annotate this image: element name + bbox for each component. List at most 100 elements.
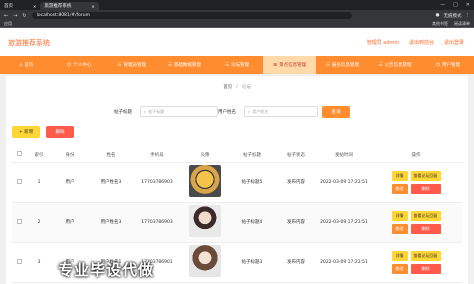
- nav-item-users[interactable]: ☺ 用户管理: [421, 56, 474, 74]
- minimize-icon[interactable]: —: [440, 2, 445, 8]
- row-select[interactable]: [12, 162, 26, 203]
- nav-label: 论坛管理: [231, 63, 250, 68]
- title-label: 帖子标题: [114, 110, 132, 115]
- add-button[interactable]: + 新增: [12, 126, 40, 138]
- bookmark-other[interactable]: 其他书签: [432, 21, 448, 27]
- avatar[interactable]: [189, 165, 221, 197]
- detail-button[interactable]: 详情: [391, 170, 408, 181]
- detail-button[interactable]: 详情: [391, 250, 408, 261]
- breadcrumb-current: 论坛: [241, 85, 251, 90]
- avatar[interactable]: [189, 205, 221, 237]
- nav-item-signup[interactable]: ☰ 报名信息管理: [316, 56, 369, 74]
- back-icon[interactable]: ←: [4, 13, 8, 19]
- address-bar: ← → ↻ localhost:8081/#/forum ● 无痕模式 ⋮: [0, 10, 474, 21]
- cell-index: 2: [26, 202, 52, 243]
- search-icon: ⌕: [144, 109, 147, 114]
- nav-label: 景点信息管理: [279, 63, 307, 68]
- bookmark-apps[interactable]: 应用: [4, 21, 12, 27]
- logout-link[interactable]: 退出登录: [444, 39, 464, 46]
- cell-title: 帖子标题4: [230, 202, 274, 243]
- tab-label: 旅游推荐系统: [44, 4, 72, 9]
- breadcrumb-sep: /: [236, 85, 238, 90]
- bookmark-reading-list[interactable]: 阅读清单: [454, 21, 470, 27]
- cell-name: 用户姓名3: [88, 162, 134, 203]
- delete-button[interactable]: 删除: [410, 183, 441, 194]
- close-icon[interactable]: ✕: [91, 4, 94, 9]
- edit-button[interactable]: 修改: [391, 263, 408, 274]
- cell-index: 3: [26, 242, 52, 283]
- grid-icon: ⊞: [273, 62, 278, 68]
- browser-tab-1[interactable]: 首页 ✕: [0, 2, 40, 10]
- view-reply-button[interactable]: 查看论坛回复: [410, 210, 441, 221]
- delete-button[interactable]: 删除: [410, 263, 441, 274]
- cell-time: 2022-03-09 17:23:51: [318, 202, 370, 243]
- view-reply-button[interactable]: 查看论坛回复: [410, 170, 441, 181]
- site-title: 旅游推荐系统: [8, 39, 50, 47]
- delete-button[interactable]: 删除: [410, 223, 441, 234]
- nav-item-admins[interactable]: ☰ 管理员管理: [105, 56, 158, 74]
- url-input[interactable]: localhost:8081/#/forum: [31, 12, 352, 19]
- batch-delete-button[interactable]: 删除: [46, 126, 74, 138]
- edit-button[interactable]: 修改: [391, 223, 408, 234]
- table-row: 2 用户 用户姓名3 17703786903 帖子标题4 发布内容 2022-0…: [12, 202, 462, 243]
- nav-label: 公告信息管理: [384, 63, 412, 68]
- col-time: 发帖时间: [318, 148, 370, 163]
- watermark-text: 专业毕设代做: [58, 261, 155, 279]
- menu-icon[interactable]: ⋮: [466, 13, 471, 18]
- cell-time: 2022-03-09 17:23:51: [318, 242, 370, 283]
- nav-item-home[interactable]: ⌂ 首页: [0, 56, 53, 74]
- title-placeholder: 帖子标题: [148, 108, 165, 114]
- app-header: 旅游推荐系统 管理员 admin 退出到前台 退出登录: [0, 28, 474, 56]
- row-select[interactable]: [12, 242, 26, 283]
- nav-item-forum[interactable]: ☰ 论坛管理: [211, 56, 264, 74]
- cell-title: 帖子标题5: [230, 162, 274, 203]
- title-search-input[interactable]: ⌕ 帖子标题: [140, 106, 218, 117]
- edit-button[interactable]: 修改: [391, 183, 408, 194]
- breadcrumb: 首页 / 论坛: [6, 84, 468, 90]
- nav-label: 报名信息管理: [331, 63, 359, 68]
- list-icon: ☰: [325, 62, 330, 68]
- cell-time: 2022-03-09 17:23:51: [318, 162, 370, 203]
- nav-item-notice[interactable]: ☰ 公告信息管理: [369, 56, 422, 74]
- profile-label[interactable]: 无痕模式: [444, 13, 462, 19]
- cell-status: 发布内容: [274, 202, 318, 243]
- browser-tab-2[interactable]: 旅游推荐系统 ✕: [40, 2, 99, 10]
- to-frontend-link[interactable]: 退出到前台: [409, 39, 434, 46]
- forward-icon[interactable]: →: [13, 13, 17, 19]
- search-form: 帖子标题 ⌕ 帖子标题 用户姓名 ⌕ 用户姓名 查询: [6, 106, 468, 118]
- detail-button[interactable]: 详情: [391, 210, 408, 221]
- row-checkbox[interactable]: [16, 218, 22, 224]
- avatar[interactable]: [189, 245, 221, 277]
- select-all-checkbox[interactable]: [16, 151, 22, 157]
- admin-label: 管理员 admin: [366, 40, 399, 46]
- cell-role: 用户: [52, 202, 88, 243]
- close-window-icon[interactable]: ✕: [466, 2, 470, 8]
- close-icon[interactable]: ✕: [33, 4, 36, 9]
- search-button[interactable]: 查询: [322, 106, 350, 118]
- cell-ops: 详情 查看论坛回复 修改 删除: [370, 202, 462, 243]
- maximize-icon[interactable]: □: [453, 2, 458, 8]
- cell-phone: 17703786903: [134, 202, 180, 243]
- nav-item-scenic[interactable]: ⊞ 景点信息管理: [263, 56, 317, 74]
- home-icon: ⌂: [19, 62, 23, 68]
- profile-avatar-icon[interactable]: ●: [436, 13, 440, 18]
- select-all-header[interactable]: [12, 148, 26, 163]
- nav-item-profile[interactable]: ☺ 个人中心: [53, 56, 106, 74]
- nav-label: 用户管理: [442, 63, 461, 68]
- cell-ops: 详情 查看论坛回复 修改 删除: [370, 242, 462, 283]
- breadcrumb-home[interactable]: 首页: [223, 85, 232, 90]
- nav-item-basedata[interactable]: ☰ 基础数据管理: [158, 56, 211, 74]
- reload-icon[interactable]: ↻: [22, 13, 26, 19]
- nav-label: 个人中心: [73, 63, 92, 68]
- row-checkbox[interactable]: [16, 178, 22, 184]
- col-index: 索引: [26, 148, 52, 163]
- view-reply-button[interactable]: 查看论坛回复: [410, 250, 441, 261]
- row-select[interactable]: [12, 202, 26, 243]
- user-icon: ☺: [435, 62, 441, 68]
- row-checkbox[interactable]: [16, 258, 22, 264]
- search-icon: ⌕: [248, 109, 251, 114]
- col-title: 帖子标题: [230, 148, 274, 163]
- col-role: 身份: [52, 148, 88, 163]
- col-ops: 操作: [370, 148, 462, 163]
- user-search-input[interactable]: ⌕ 用户姓名: [244, 106, 318, 117]
